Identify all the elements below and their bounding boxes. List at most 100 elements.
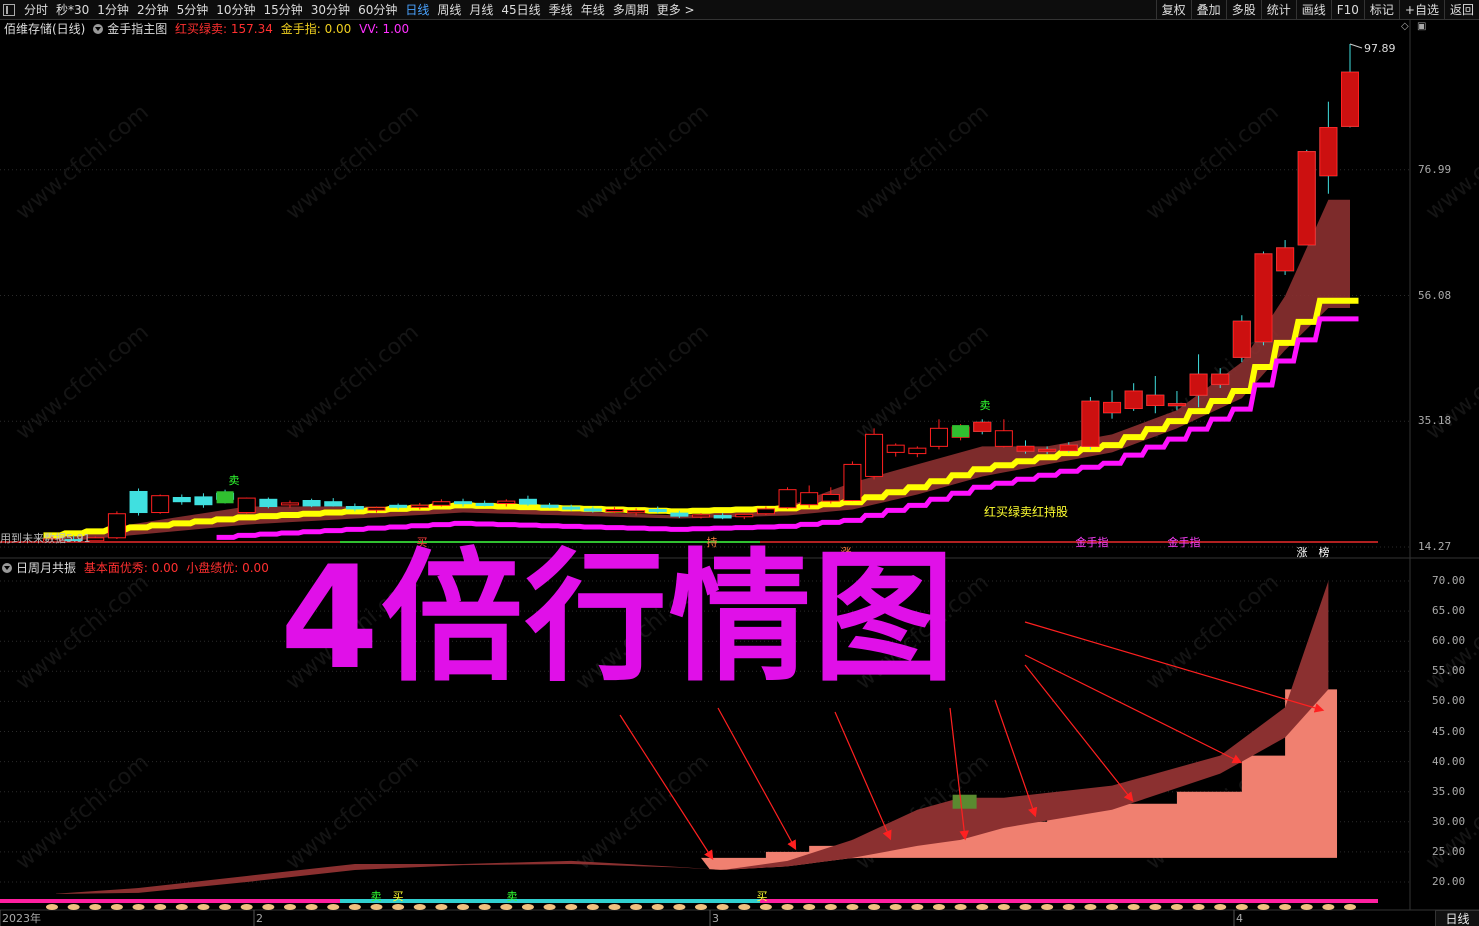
candle-body [562, 506, 581, 510]
sub-axis-tick: 60.00 [1432, 634, 1466, 648]
candle-body [345, 506, 364, 510]
candle-body [670, 512, 689, 517]
sub-marker-dot [262, 904, 275, 910]
x-axis-label: 2023年 [2, 911, 41, 925]
candle-body-filled [1124, 390, 1143, 409]
candle-body [194, 496, 213, 506]
candle-body [994, 430, 1013, 447]
sub-marker-dot [824, 904, 837, 910]
candle-body [540, 504, 559, 508]
x-axis-label: 4 [1236, 912, 1243, 925]
sub-axis-tick: 20.00 [1432, 875, 1466, 888]
candle-body [454, 501, 473, 505]
period-indicator-tag[interactable]: 日线 [1435, 910, 1479, 926]
sub-marker-dot [759, 904, 772, 910]
sub-marker-dot [413, 904, 426, 910]
candle-body-filled [1016, 445, 1035, 452]
annotation-arrow [619, 714, 714, 861]
candle-body [648, 509, 667, 513]
sub-marker-dot [1170, 904, 1183, 910]
sub-marker-dot [1257, 904, 1270, 910]
candle-body-filled [1254, 253, 1273, 343]
sub-marker-dot [932, 904, 945, 910]
signal-label: 金手指 [1168, 535, 1201, 549]
sub-axis-tick: 30.00 [1432, 814, 1466, 828]
annotation-arrow [717, 707, 797, 851]
candlestick-chart: 97.89红买绿卖红持股用到未来数据5.91 买卖卖持涨金手指 金手指涨 榜卖买卖买2… [0, 20, 1479, 926]
candle-body [756, 508, 775, 515]
candle-body-filled [1081, 400, 1100, 447]
sub-marker-dot [1235, 904, 1248, 910]
sub-marker-dot [110, 904, 123, 910]
resonance-green-block [952, 794, 977, 809]
sub-marker-dot [1344, 904, 1356, 910]
candle-body [886, 444, 905, 453]
sub-marker-dot [586, 904, 599, 910]
candle-body [151, 495, 170, 514]
sub-marker-dot [889, 904, 902, 910]
sub-axis-tick: 55.00 [1432, 664, 1466, 678]
sub-marker-dot [803, 904, 816, 910]
sub-signal-label: 买 [393, 890, 404, 903]
signal-label: 榜 [1319, 545, 1330, 559]
high-value-label: 97.89 [1364, 42, 1396, 55]
sub-marker-dot [348, 904, 361, 910]
sub-marker-dot [1149, 904, 1162, 910]
resonance-step-band [701, 689, 1338, 870]
candle-body [865, 433, 884, 477]
candle-body-filled [1189, 373, 1208, 396]
sub-marker-dot [716, 904, 729, 910]
signal-label: 金手指 [1076, 535, 1109, 549]
sub-axis-tick: 40.00 [1432, 754, 1466, 768]
sub-marker-dot [67, 904, 80, 910]
candle-body [497, 500, 516, 505]
candle-body-filled [1059, 444, 1078, 452]
candle-body [107, 513, 126, 539]
candle-body [302, 500, 321, 507]
sub-marker-dot [283, 904, 296, 910]
sub-marker-dot [457, 904, 470, 910]
candle-body-filled [1297, 151, 1316, 246]
sub-marker-dot [1084, 904, 1097, 910]
candle-body-filled [1276, 247, 1295, 272]
annotation-arrow [1024, 621, 1325, 713]
signal-label: 卖 [980, 399, 991, 412]
candle-body [821, 493, 840, 502]
candle-body [410, 504, 429, 508]
sub-axis-tick: 35.00 [1432, 784, 1466, 798]
candle-body [475, 503, 494, 507]
candle-body [129, 490, 148, 514]
legend-text: 红买绿卖红持股 [984, 504, 1068, 519]
candle-body-filled [1146, 394, 1165, 406]
sub-axis-tick: 25.00 [1432, 844, 1466, 858]
sub-marker-dot [1062, 904, 1075, 910]
main-axis-tick: 76.99 [1418, 162, 1452, 176]
sub-marker-dot [1106, 904, 1119, 910]
candle-body [627, 510, 646, 514]
sub-marker-dot [997, 904, 1010, 910]
sub-marker-dot [89, 904, 102, 910]
sub-marker-dot [240, 904, 253, 910]
sub-marker-dot [954, 904, 967, 910]
sub-marker-dot [327, 904, 340, 910]
sub-marker-dot [738, 904, 751, 910]
candle-body [389, 504, 408, 508]
sub-marker-dot [1279, 904, 1292, 910]
candle-body-filled [1319, 127, 1338, 177]
red-green-band [52, 199, 1350, 543]
candle-body-filled [1232, 320, 1251, 358]
candle-body [518, 498, 537, 505]
sub-marker-dot [478, 904, 491, 910]
sub-signal-label: 买 [757, 890, 768, 903]
sub-marker-dot [1322, 904, 1335, 910]
candle-body [367, 507, 386, 511]
candle-body [432, 501, 451, 506]
candle-body [583, 508, 602, 512]
candle-body [735, 513, 754, 518]
sub-marker-dot [370, 904, 383, 910]
candle-body [692, 514, 710, 518]
bottom-left-note: 用到未来数据5.91 [0, 531, 91, 545]
sub-axis-tick: 45.00 [1432, 724, 1466, 738]
sub-axis-tick: 65.00 [1432, 604, 1466, 618]
candle-body [259, 498, 278, 508]
